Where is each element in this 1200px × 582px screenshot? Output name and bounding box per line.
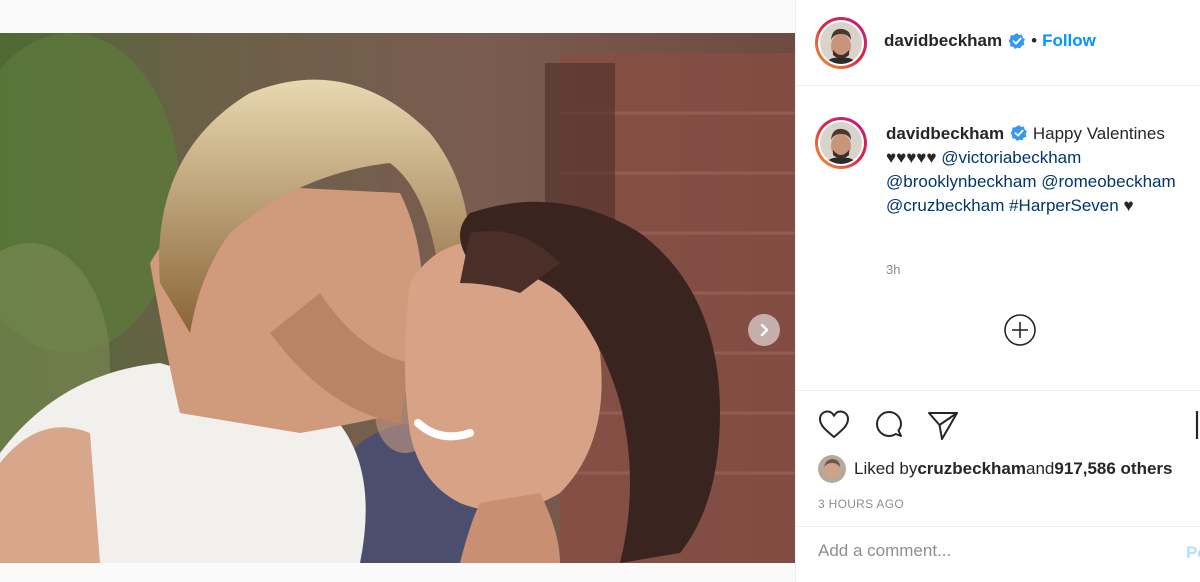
- mention-link[interactable]: @victoriabeckham: [941, 148, 1081, 167]
- separator-dot: •: [1031, 31, 1038, 50]
- hashtag-link[interactable]: #HarperSeven: [1009, 196, 1119, 215]
- caption-time[interactable]: 3h: [886, 262, 900, 277]
- likes-summary: Liked by cruzbeckham and 917,586 others: [818, 455, 1173, 483]
- caption-text-end: ♥: [1118, 196, 1134, 215]
- paper-plane-icon[interactable]: [926, 408, 960, 442]
- mention-link[interactable]: @cruzbeckham: [886, 196, 1004, 215]
- caption-author-avatar[interactable]: [815, 117, 867, 169]
- post-image: [0, 33, 795, 563]
- heart-icon[interactable]: [817, 408, 851, 442]
- verified-badge-icon: [1010, 125, 1028, 141]
- post-caption: davidbeckham Happy Valentines ♥♥♥♥♥ @vic…: [886, 122, 1191, 218]
- author-username[interactable]: davidbeckham: [884, 31, 1002, 51]
- liked-by-prefix: Liked by: [854, 459, 918, 478]
- author-avatar[interactable]: [815, 17, 867, 69]
- post-timestamp[interactable]: 3 HOURS AGO: [818, 497, 904, 511]
- post-comment-button[interactable]: Post: [1186, 543, 1200, 563]
- next-photo-button[interactable]: [748, 314, 780, 346]
- liker-avatar[interactable]: [818, 455, 846, 483]
- comment-input[interactable]: [818, 541, 1158, 561]
- post-side-panel: davidbeckham • Follow davidbeckham Happy…: [795, 0, 1200, 582]
- load-more-comments-button[interactable]: [1003, 313, 1037, 352]
- post-actions: Liked by cruzbeckham and 917,586 others …: [796, 390, 1200, 526]
- plus-circle-icon: [1004, 314, 1036, 346]
- liked-by-others[interactable]: 917,586 others: [1054, 459, 1172, 479]
- post-photo[interactable]: [0, 33, 795, 563]
- bookmark-icon[interactable]: [1194, 408, 1200, 442]
- verified-badge-icon: [1008, 33, 1026, 49]
- chevron-right-icon: [760, 323, 769, 337]
- liked-by-and: and: [1026, 459, 1055, 478]
- avatar-image: [820, 22, 862, 64]
- comment-bubble-icon[interactable]: [872, 408, 906, 442]
- liked-by-user[interactable]: cruzbeckham: [917, 459, 1026, 479]
- mention-link[interactable]: @romeobeckham: [1041, 172, 1175, 191]
- comment-bar: Post: [796, 526, 1200, 582]
- avatar-image: [818, 455, 846, 483]
- follow-button[interactable]: Follow: [1042, 31, 1096, 51]
- avatar-image: [820, 122, 862, 164]
- mention-link[interactable]: @brooklynbeckham: [886, 172, 1037, 191]
- caption-username[interactable]: davidbeckham: [886, 124, 1004, 143]
- post-header: davidbeckham • Follow: [796, 0, 1200, 86]
